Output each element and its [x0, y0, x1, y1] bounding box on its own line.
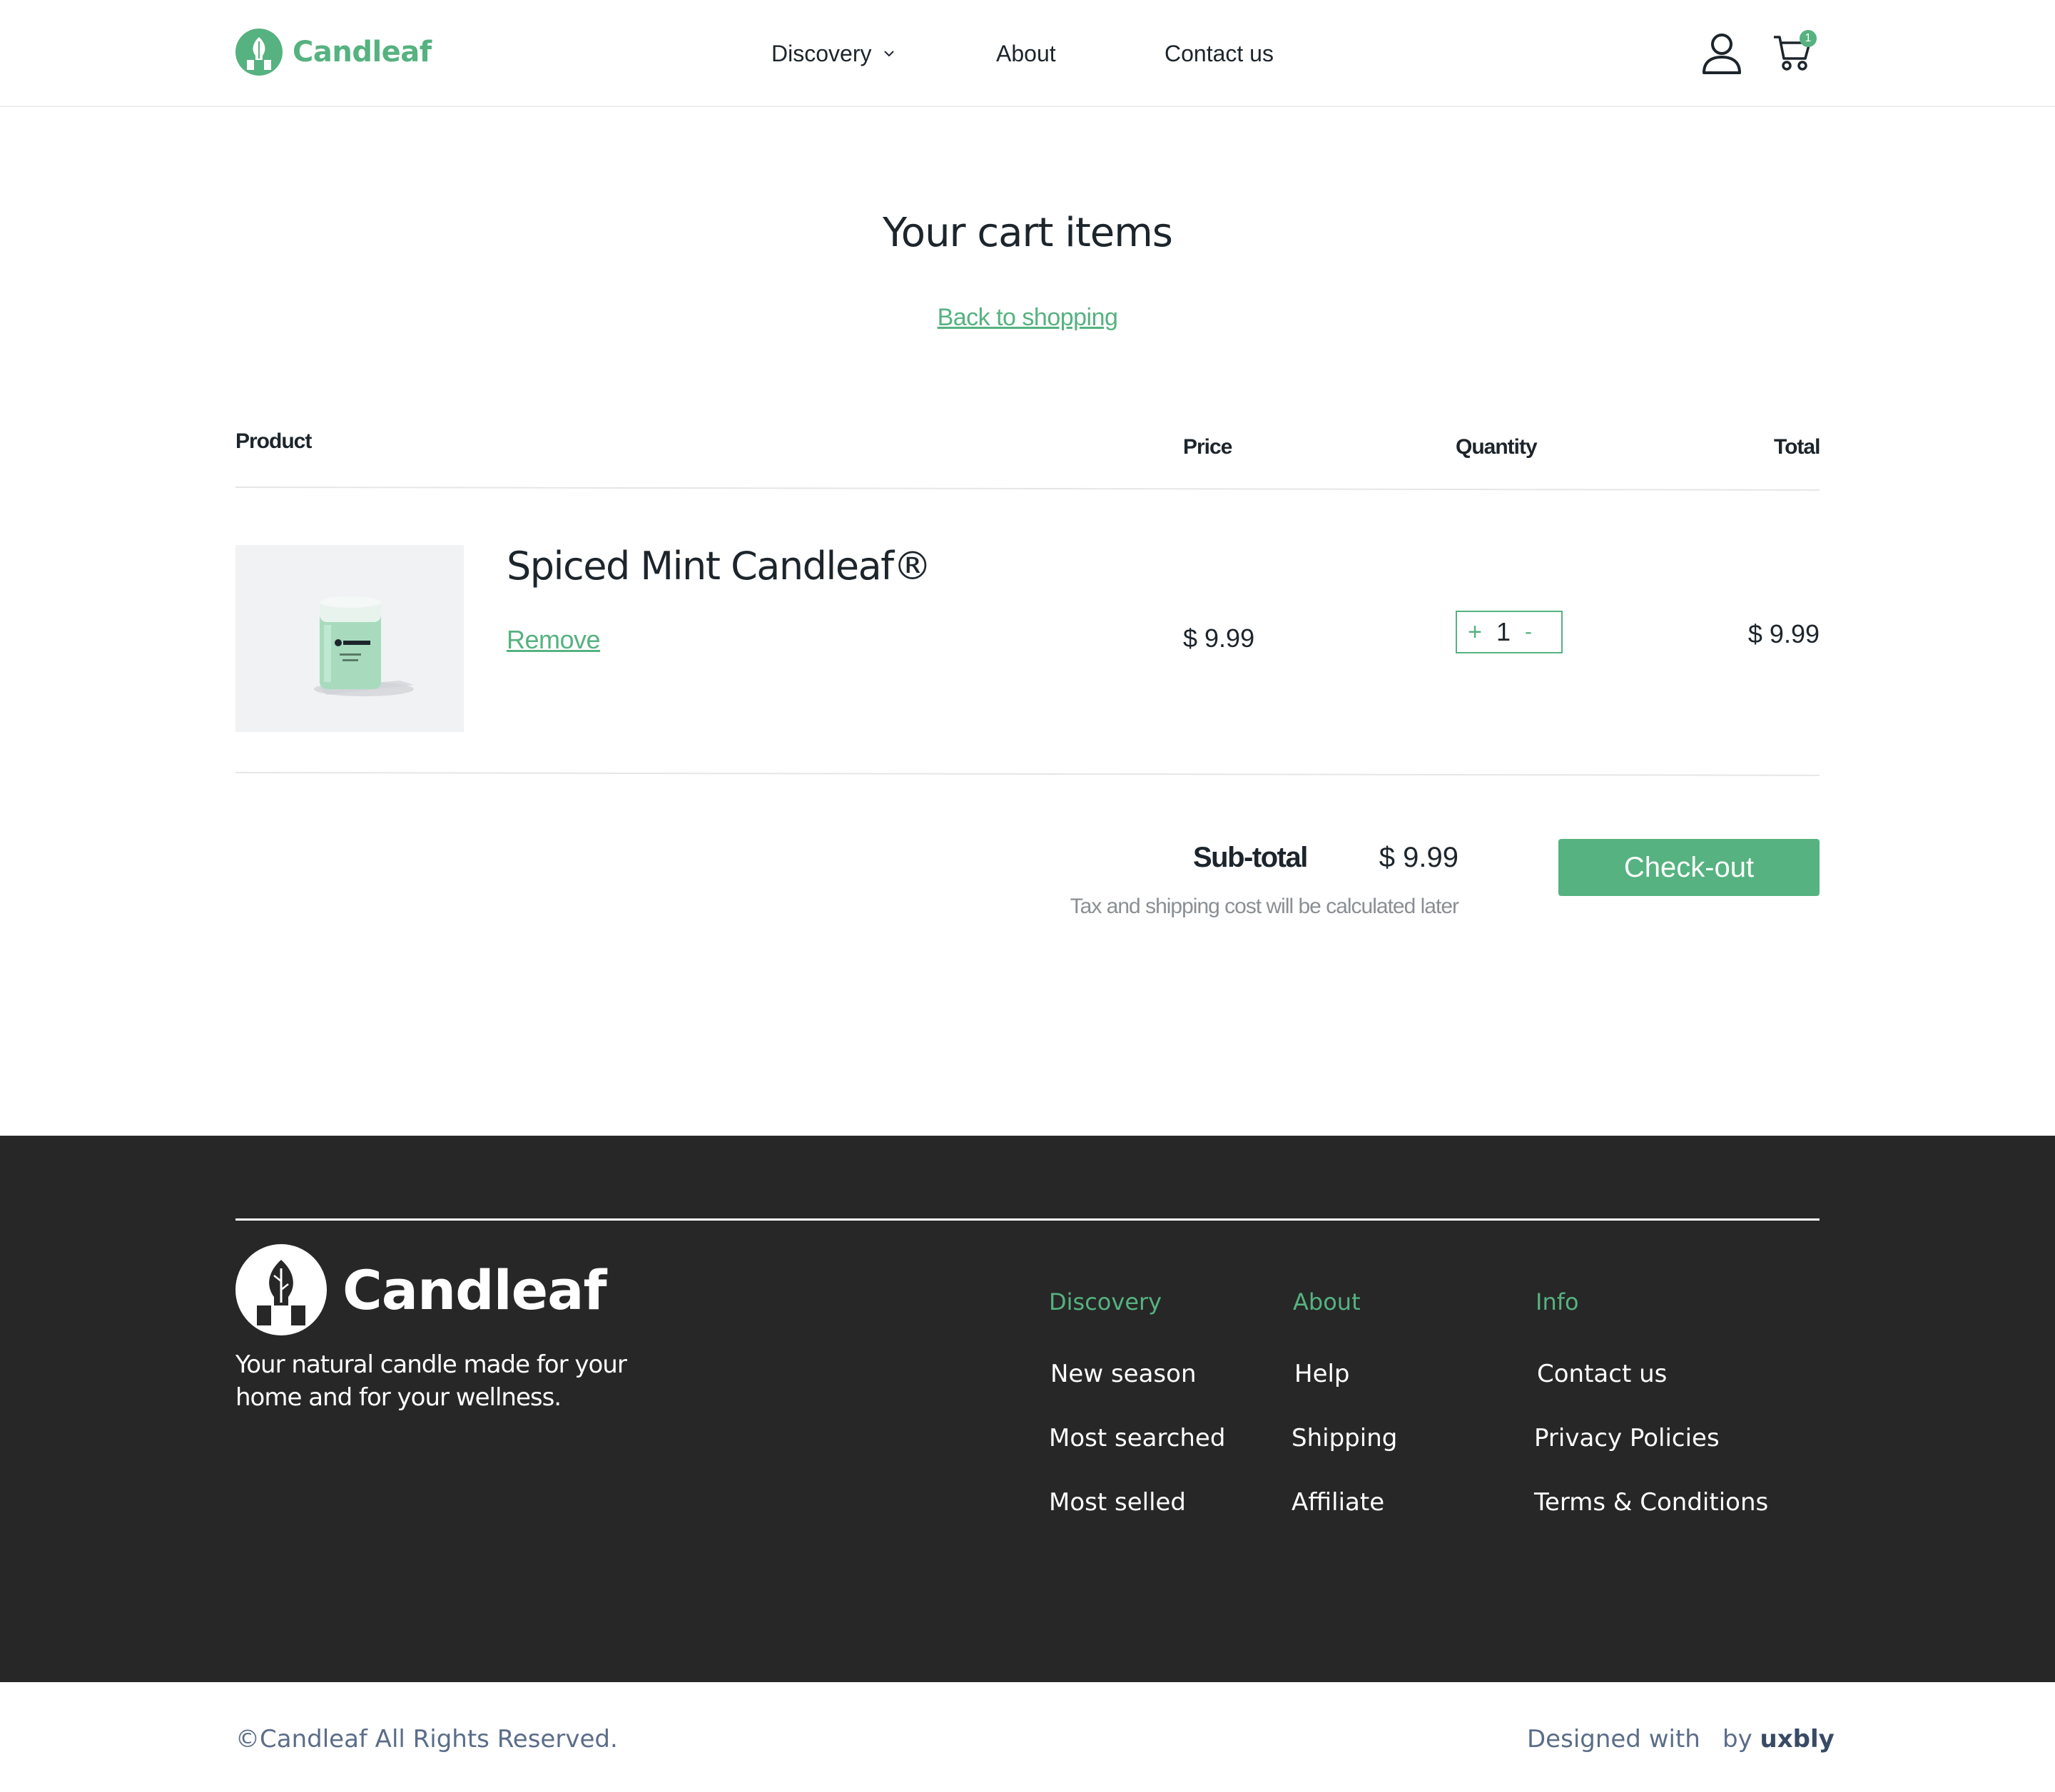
nav-discovery[interactable]: Discovery: [771, 37, 897, 70]
product-image[interactable]: [235, 545, 464, 732]
quantity-increase-button[interactable]: +: [1457, 612, 1493, 652]
footer-tagline: Your natural candle made for your home a…: [235, 1350, 627, 1412]
table-divider: [235, 487, 1820, 491]
tax-note: Tax and shipping cost will be calculated…: [1070, 895, 1459, 918]
designer-credit[interactable]: by uxbly: [1722, 1725, 1835, 1753]
quantity-value[interactable]: 1: [1493, 612, 1514, 652]
item-price: $ 9.99: [1183, 623, 1255, 653]
quantity-stepper: + 1 -: [1456, 611, 1563, 653]
footer-link-help[interactable]: Help: [1294, 1360, 1350, 1388]
page-title: Your cart items: [883, 210, 1173, 256]
candle-jar-image: [314, 596, 414, 696]
footer-col-title-info: Info: [1536, 1288, 1579, 1315]
user-icon[interactable]: [1701, 31, 1742, 74]
nav-about[interactable]: About: [996, 37, 1056, 70]
product-name[interactable]: Spiced Mint Candleaf®: [507, 544, 932, 589]
remove-item-link[interactable]: Remove: [507, 625, 601, 655]
bottom-bar: ©Candleaf All Rights Reserved. Designed …: [0, 1682, 2055, 1792]
footer-link-most-selled[interactable]: Most selled: [1049, 1488, 1186, 1517]
nav-discovery-label: Discovery: [771, 41, 872, 66]
cart-count-badge: 1: [1800, 30, 1817, 47]
footer-link-most-searched[interactable]: Most searched: [1049, 1424, 1225, 1452]
footer-link-shipping[interactable]: Shipping: [1292, 1424, 1397, 1452]
designed-with-text: Designed with: [1527, 1725, 1700, 1753]
footer-link-contact-us[interactable]: Contact us: [1537, 1360, 1667, 1388]
footer-link-terms-conditions[interactable]: Terms & Conditions: [1534, 1488, 1768, 1517]
footer-brand-name: Candleaf: [342, 1258, 607, 1322]
by-label: by: [1722, 1725, 1752, 1753]
footer-col-title-about: About: [1293, 1288, 1361, 1315]
footer-col-title-discovery: Discovery: [1049, 1288, 1162, 1315]
chevron-down-icon: [884, 51, 895, 57]
back-to-shopping-link[interactable]: Back to shopping: [938, 304, 1118, 331]
designer-name: uxbly: [1760, 1725, 1835, 1753]
quantity-decrease-button[interactable]: -: [1514, 612, 1543, 652]
checkout-button[interactable]: Check-out: [1558, 839, 1820, 896]
back-link-row: Back to shopping: [0, 304, 2055, 332]
footer-logo[interactable]: Candleaf: [235, 1244, 607, 1335]
column-header-total: Total: [1774, 435, 1820, 459]
site-footer: Candleaf Your natural candle made for yo…: [0, 1136, 2055, 1682]
nav-contact-us[interactable]: Contact us: [1164, 37, 1274, 70]
footer-link-affiliate[interactable]: Affiliate: [1292, 1488, 1384, 1517]
subtotal-value: $ 9.99: [1379, 842, 1458, 873]
footer-link-new-season[interactable]: New season: [1050, 1360, 1197, 1388]
column-header-price: Price: [1183, 435, 1232, 459]
copyright-text: ©Candleaf All Rights Reserved.: [235, 1725, 618, 1753]
item-total: $ 9.99: [1747, 619, 1820, 648]
subtotal-label: Sub-total: [1193, 842, 1308, 873]
candleaf-logo-icon: [235, 1244, 327, 1335]
main-nav: Discovery About Contact us: [0, 37, 2055, 70]
column-header-product: Product: [235, 429, 312, 453]
footer-divider: [235, 1218, 1820, 1221]
footer-link-privacy-policies[interactable]: Privacy Policies: [1534, 1424, 1720, 1452]
site-header: Candleaf Discovery About Contact us 1: [0, 0, 2055, 107]
table-divider: [235, 772, 1820, 776]
column-header-quantity: Quantity: [1456, 435, 1538, 459]
